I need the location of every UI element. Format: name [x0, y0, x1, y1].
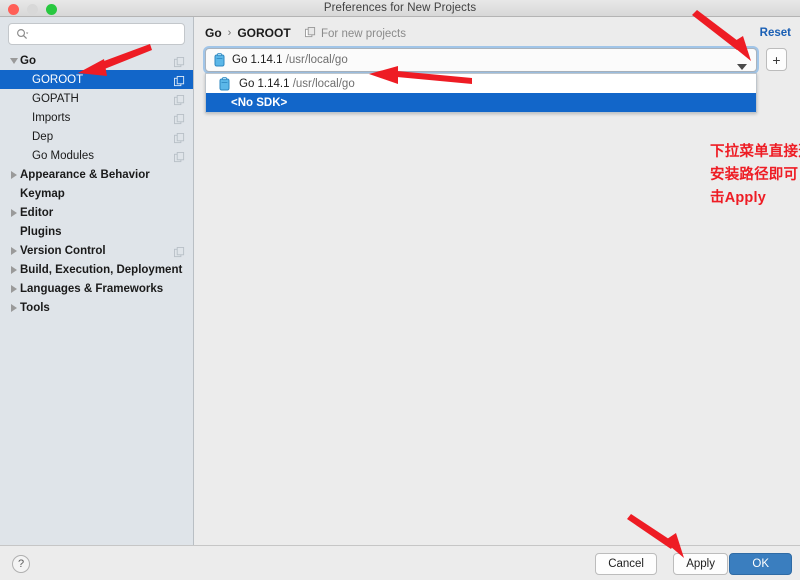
annotation-line-1: 下拉菜单直接选择GO安装包的: [710, 144, 800, 160]
sdk-dropdown-option[interactable]: <No SDK>: [206, 93, 756, 112]
sidebar-item-label: Keymap: [20, 187, 65, 200]
annotation-line-3: 击Apply: [710, 190, 766, 206]
sidebar-item-label: Languages & Frameworks: [20, 282, 164, 295]
search-icon: [16, 28, 29, 41]
settings-tree: Go GOROOT GOPATH Imports Dep Go Modules Appear…: [0, 51, 193, 317]
sidebar-item-label: Dep: [32, 130, 54, 143]
copy-page-icon: [174, 93, 185, 106]
chevron-right-icon[interactable]: [8, 170, 20, 179]
sidebar-item-go[interactable]: Go: [0, 51, 193, 70]
sidebar-item-gopath[interactable]: GOPATH: [0, 89, 193, 108]
sidebar-item-imports[interactable]: Imports: [0, 108, 193, 127]
dialog-button-bar: ? Cancel Apply OK: [0, 545, 800, 580]
chevron-right-icon[interactable]: [8, 303, 20, 312]
sdk-combo-value: Go 1.14.1 /usr/local/go: [232, 54, 348, 66]
copy-page-icon: [174, 131, 185, 144]
sdk-icon: [214, 53, 225, 67]
breadcrumb-separator: ›: [227, 27, 232, 39]
sidebar-item-label: Imports: [32, 111, 71, 124]
ok-button[interactable]: OK: [729, 553, 792, 575]
sidebar-item-build-execution-deployment[interactable]: Build, Execution, Deployment: [0, 260, 193, 279]
sidebar-item-languages-frameworks[interactable]: Languages & Frameworks: [0, 279, 193, 298]
sidebar-item-label: Go: [20, 54, 36, 67]
sidebar-item-plugins[interactable]: Plugins: [0, 222, 193, 241]
copy-page-icon: [174, 55, 185, 68]
cancel-button[interactable]: Cancel: [595, 553, 657, 575]
chevron-right-icon[interactable]: [8, 246, 20, 255]
reset-link[interactable]: Reset: [760, 27, 791, 39]
search-input[interactable]: [33, 24, 180, 44]
sdk-combo-box[interactable]: Go 1.14.1 /usr/local/go: [205, 48, 757, 72]
sdk-combo-name: Go 1.14.1: [232, 54, 283, 66]
settings-pane: Go › GOROOT For new projects Reset Go 1.…: [195, 17, 800, 545]
scope-indicator: For new projects: [305, 27, 406, 41]
sdk-option-name: Go 1.14.1: [239, 77, 290, 90]
sidebar-item-editor[interactable]: Editor: [0, 203, 193, 222]
copy-page-icon: [174, 245, 185, 258]
search-container: [0, 17, 193, 49]
sidebar-item-keymap[interactable]: Keymap: [0, 184, 193, 203]
sidebar-item-label: Build, Execution, Deployment: [20, 263, 183, 276]
sdk-option-path: /usr/local/go: [292, 77, 355, 90]
chevron-right-icon[interactable]: [8, 265, 20, 274]
annotation-text: 下拉菜单直接选择GO安装包的 安装路径即可，选择完成后，点 击Apply: [710, 141, 800, 210]
sdk-combo-path: /usr/local/go: [285, 54, 348, 66]
sidebar-item-label: Version Control: [20, 244, 106, 257]
sidebar-item-go-modules[interactable]: Go Modules: [0, 146, 193, 165]
sidebar-item-appearance-behavior[interactable]: Appearance & Behavior: [0, 165, 193, 184]
sdk-option-name: <No SDK>: [231, 96, 288, 109]
title-bar: Preferences for New Projects: [0, 0, 800, 17]
sidebar-item-label: Appearance & Behavior: [20, 168, 150, 181]
sdk-option-label: Go 1.14.1 /usr/local/go: [239, 78, 355, 90]
copy-page-icon: [305, 27, 316, 41]
annotation-line-2: 安装路径即可，选择完成后，点: [710, 167, 800, 183]
breadcrumb-current: GOROOT: [237, 26, 291, 40]
breadcrumb-root[interactable]: Go: [205, 26, 222, 40]
scope-label: For new projects: [321, 28, 407, 40]
sdk-combo-row: Go 1.14.1 /usr/local/go +: [205, 48, 791, 72]
sidebar-item-tools[interactable]: Tools: [0, 298, 193, 317]
chevron-right-icon[interactable]: [8, 284, 20, 293]
sidebar-item-label: Editor: [20, 206, 54, 219]
copy-page-icon: [174, 112, 185, 125]
preferences-window: Preferences for New Projects Go GOROOT GOP…: [0, 0, 800, 580]
sidebar-item-label: GOPATH: [32, 92, 79, 105]
sdk-icon: [219, 76, 230, 91]
copy-page-icon: [174, 74, 185, 87]
add-sdk-button[interactable]: +: [766, 48, 787, 71]
apply-button[interactable]: Apply: [673, 553, 728, 575]
sidebar-item-label: Go Modules: [32, 149, 95, 162]
sdk-dropdown-option[interactable]: Go 1.14.1 /usr/local/go: [206, 74, 756, 93]
help-button[interactable]: ?: [12, 555, 30, 573]
breadcrumb: Go › GOROOT: [205, 26, 291, 40]
sidebar-item-dep[interactable]: Dep: [0, 127, 193, 146]
sidebar-item-label: Tools: [20, 301, 50, 314]
sdk-option-label: <No SDK>: [231, 97, 287, 109]
chevron-right-icon[interactable]: [8, 208, 20, 217]
sidebar-item-version-control[interactable]: Version Control: [0, 241, 193, 260]
sdk-dropdown-list[interactable]: Go 1.14.1 /usr/local/go <No SDK>: [205, 73, 757, 113]
copy-page-icon: [174, 150, 185, 163]
sidebar-item-label: GOROOT: [32, 73, 84, 86]
sidebar-item-goroot[interactable]: GOROOT: [0, 70, 193, 89]
chevron-down-icon[interactable]: [8, 57, 20, 64]
search-box[interactable]: [8, 23, 185, 45]
sidebar-item-label: Plugins: [20, 225, 62, 238]
window-title: Preferences for New Projects: [323, 2, 477, 14]
settings-sidebar: Go GOROOT GOPATH Imports Dep Go Modules Appear…: [0, 17, 194, 545]
